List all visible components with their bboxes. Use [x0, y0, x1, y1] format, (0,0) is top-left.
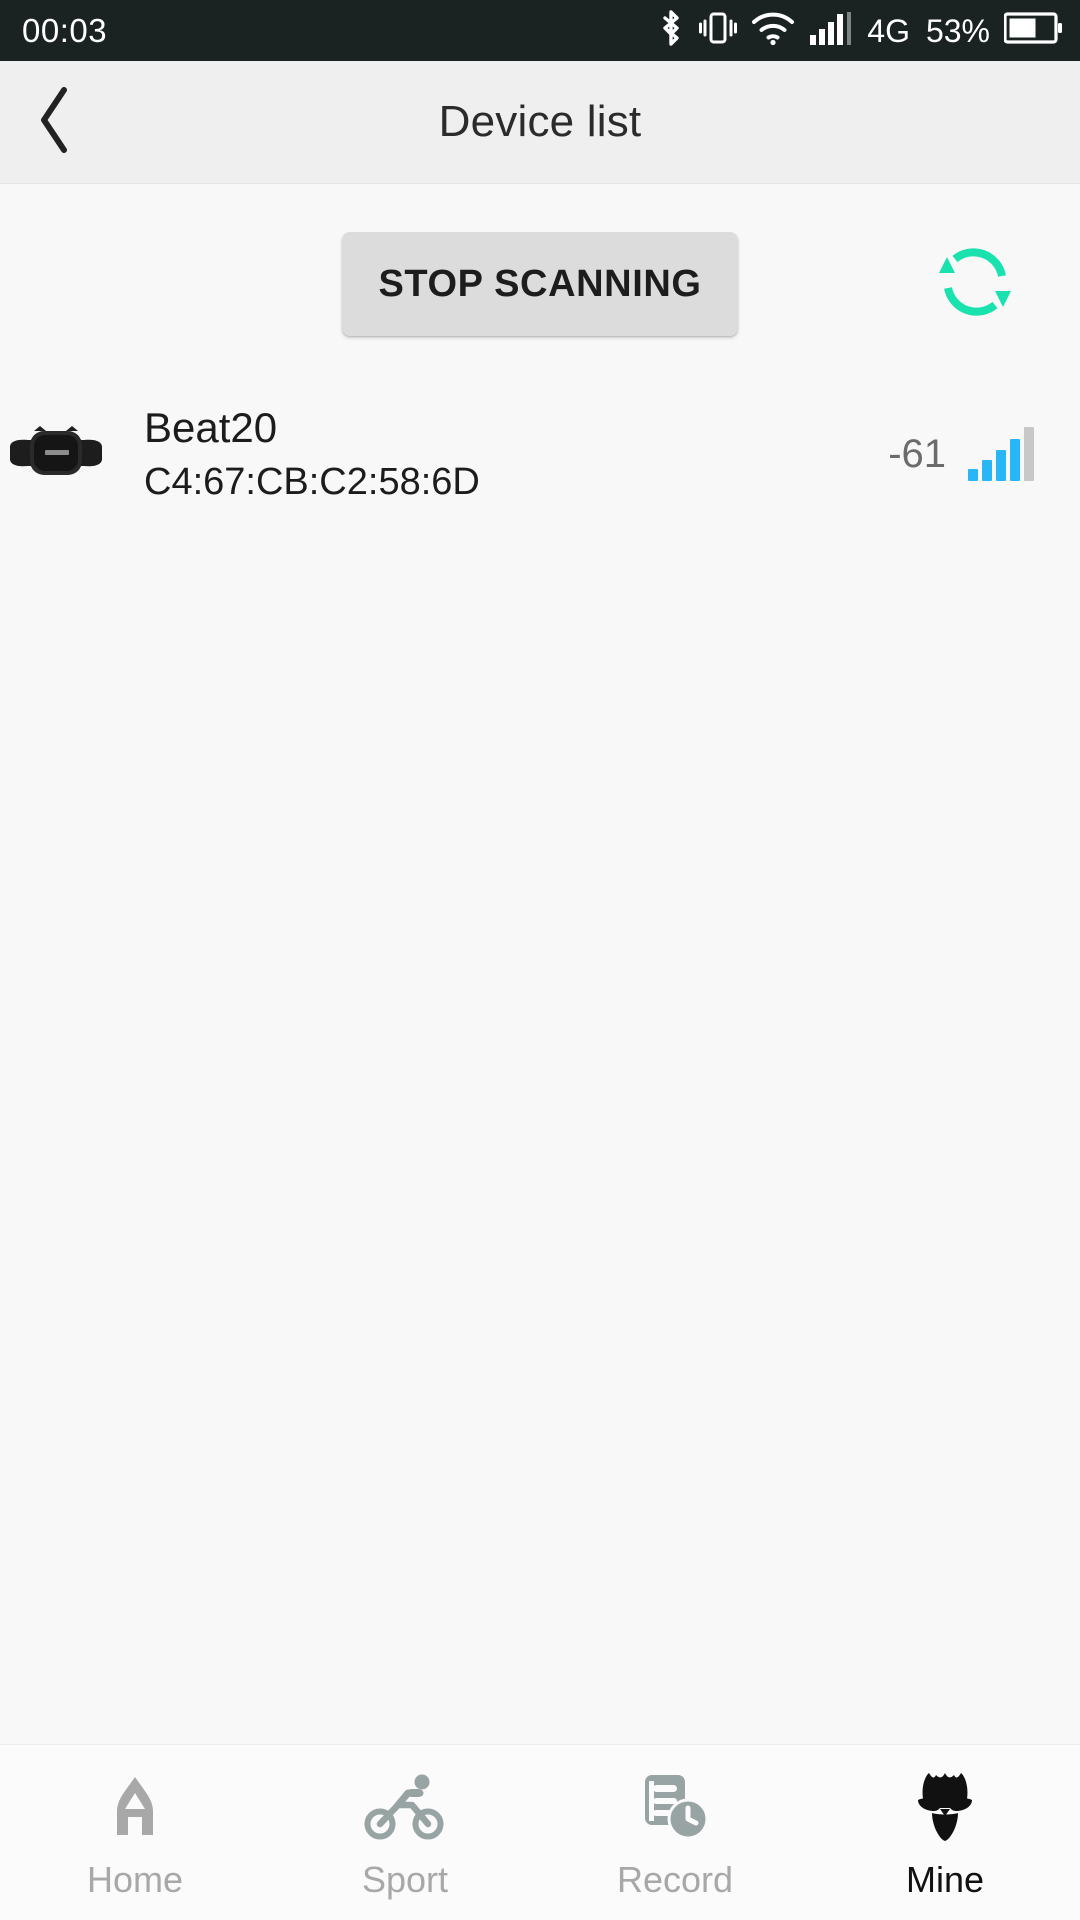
tab-record-label: Record	[616, 1858, 734, 1900]
app-header: Device list	[0, 61, 1080, 184]
device-list-item[interactable]: Beat20 C4:67:CB:C2:58:6D -61	[0, 384, 1080, 524]
tab-sport-label: Sport	[361, 1858, 449, 1900]
record-clock-icon	[635, 1768, 715, 1846]
device-rssi-value: -61	[888, 432, 946, 476]
wifi-icon	[751, 8, 795, 53]
back-button[interactable]	[0, 61, 110, 183]
status-bar: 00:03 4G 53%	[0, 0, 1080, 61]
app-screen: 00:03 4G 53% Device list STOP SCANNING B…	[0, 0, 1080, 1920]
signal-bar-1	[968, 469, 978, 481]
battery-percent-label: 53%	[925, 12, 990, 49]
bluetooth-icon	[657, 8, 685, 53]
tab-mine-label: Mine	[905, 1858, 985, 1900]
network-type-label: 4G	[867, 12, 910, 49]
signal-bar-4	[1010, 439, 1020, 481]
signal-strength-icon	[968, 427, 1034, 481]
refresh-button[interactable]	[930, 239, 1020, 329]
scan-control-row: STOP SCANNING	[0, 184, 1080, 384]
tab-sport[interactable]: Sport	[270, 1745, 540, 1920]
signal-bar-3	[996, 450, 1006, 481]
bottom-tab-bar: Home Sport Record Mine	[0, 1744, 1080, 1920]
tab-record[interactable]: Record	[540, 1745, 810, 1920]
tab-home-label: Home	[86, 1858, 184, 1900]
cellular-signal-icon	[809, 8, 853, 53]
device-mac-address: C4:67:CB:C2:58:6D	[144, 461, 480, 503]
tab-home[interactable]: Home	[0, 1745, 270, 1920]
stop-scanning-button[interactable]: STOP SCANNING	[342, 232, 738, 336]
chest-strap-device-icon	[8, 417, 104, 491]
signal-bar-5	[1024, 427, 1034, 481]
vibrate-icon	[699, 8, 738, 53]
refresh-icon	[932, 239, 1018, 330]
device-info: Beat20 C4:67:CB:C2:58:6D	[104, 404, 888, 503]
tab-mine[interactable]: Mine	[810, 1745, 1080, 1920]
status-bar-clock: 00:03	[22, 12, 108, 49]
device-signal-group: -61	[888, 427, 1034, 481]
cyclist-icon	[364, 1768, 446, 1846]
battery-icon	[1003, 11, 1062, 50]
chevron-left-icon	[34, 84, 76, 161]
home-icon	[97, 1768, 173, 1846]
signal-bar-2	[982, 460, 992, 481]
device-list: Beat20 C4:67:CB:C2:58:6D -61	[0, 384, 1080, 1744]
page-title: Device list	[438, 97, 642, 146]
device-name: Beat20	[144, 404, 278, 451]
status-bar-icons: 4G 53%	[657, 8, 1062, 53]
profile-icon	[910, 1768, 980, 1846]
